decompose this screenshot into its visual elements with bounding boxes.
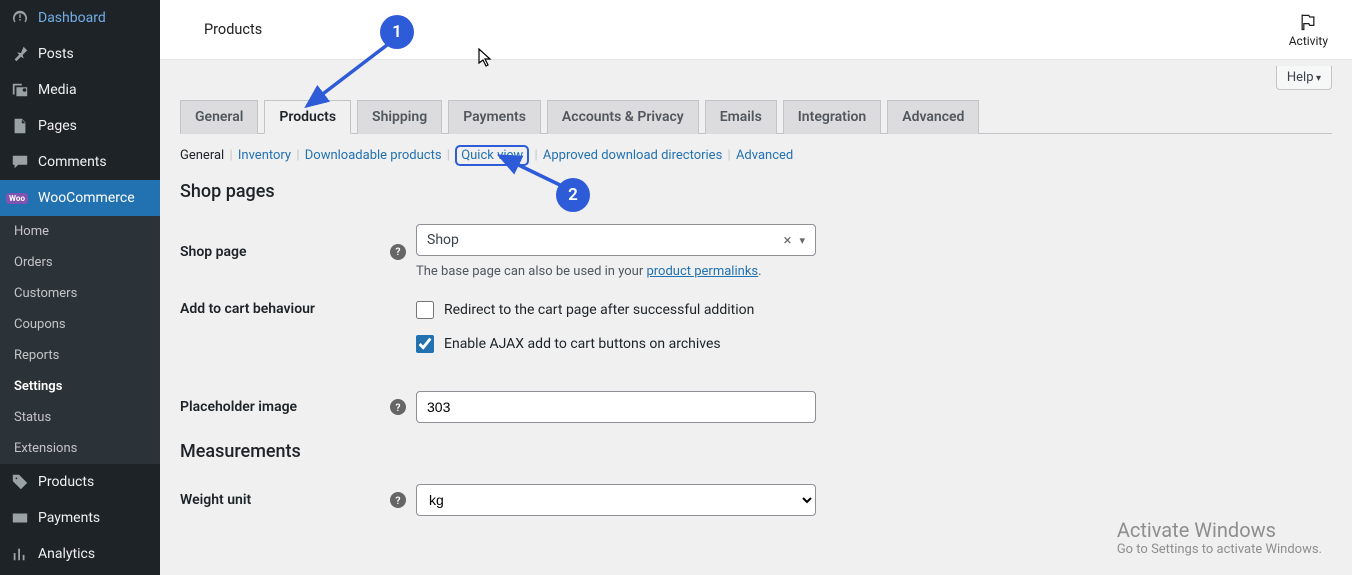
sidebar-submenu-woocommerce: Home Orders Customers Coupons Reports Se… xyxy=(0,216,160,464)
sidebar-subitem-customers[interactable]: Customers xyxy=(0,278,160,309)
redirect-after-add-label: Redirect to the cart page after successf… xyxy=(444,302,754,318)
sidebar-item-pages[interactable]: Pages xyxy=(0,108,160,144)
section-shop-pages: Shop pages xyxy=(180,181,1332,202)
chevron-down-icon: ▾ xyxy=(799,234,805,247)
sidebar-item-woocommerce[interactable]: Woo WooCommerce xyxy=(0,180,160,216)
sidebar-item-payments[interactable]: Payments xyxy=(0,500,160,536)
media-icon xyxy=(10,80,30,100)
sidebar-item-label: Dashboard xyxy=(38,10,106,26)
flag-icon xyxy=(1298,12,1318,32)
sidebar-item-label: Pages xyxy=(38,118,77,134)
clear-icon[interactable]: × xyxy=(783,231,791,249)
sidebar-item-label: Comments xyxy=(38,154,107,170)
add-to-cart-behaviour-label: Add to cart behaviour xyxy=(180,301,315,317)
help-tooltip-icon[interactable]: ? xyxy=(390,244,406,260)
sidebar-subitem-coupons[interactable]: Coupons xyxy=(0,309,160,340)
sidebar-item-label: Posts xyxy=(38,46,74,62)
sidebar-item-media[interactable]: Media xyxy=(0,72,160,108)
tab-integration[interactable]: Integration xyxy=(783,100,881,134)
woocommerce-topbar: Products Activity xyxy=(160,0,1352,60)
redirect-after-add-row[interactable]: Redirect to the cart page after successf… xyxy=(416,301,1332,319)
help-tooltip-icon[interactable]: ? xyxy=(390,492,406,508)
shop-page-select[interactable]: Shop × ▾ xyxy=(416,224,816,256)
tab-advanced[interactable]: Advanced xyxy=(887,100,979,134)
sidebar-item-comments[interactable]: Comments xyxy=(0,144,160,180)
weight-unit-select[interactable]: kg xyxy=(416,484,816,516)
subtab-approved-download-directories[interactable]: Approved download directories xyxy=(543,148,722,163)
subtab-downloadable-products[interactable]: Downloadable products xyxy=(305,148,442,163)
settings-tabs: General Products Shipping Payments Accou… xyxy=(180,100,1332,134)
products-icon xyxy=(10,472,30,492)
comments-icon xyxy=(10,152,30,172)
shop-page-value: Shop xyxy=(427,232,459,248)
payments-icon xyxy=(10,508,30,528)
tab-products[interactable]: Products xyxy=(264,100,351,134)
settings-subtabs: General | Inventory | Downloadable produ… xyxy=(180,148,1332,163)
subtab-quick-view[interactable]: Quick view xyxy=(455,145,529,166)
activity-label: Activity xyxy=(1289,34,1328,48)
main-content: Products Activity Help General Products … xyxy=(160,0,1352,575)
sidebar-subitem-orders[interactable]: Orders xyxy=(0,247,160,278)
tab-shipping[interactable]: Shipping xyxy=(357,100,442,134)
ajax-add-to-cart-row[interactable]: Enable AJAX add to cart buttons on archi… xyxy=(416,335,1332,353)
admin-sidebar: Dashboard Posts Media Pages Comments Woo… xyxy=(0,0,160,575)
subtab-inventory[interactable]: Inventory xyxy=(238,148,291,163)
sidebar-subitem-status[interactable]: Status xyxy=(0,402,160,433)
analytics-icon xyxy=(10,544,30,564)
shop-page-hint: The base page can also be used in your p… xyxy=(416,264,1332,279)
woocommerce-icon: Woo xyxy=(10,188,30,208)
shop-page-label: Shop page xyxy=(180,244,247,260)
tab-accounts-privacy[interactable]: Accounts & Privacy xyxy=(547,100,699,134)
tab-emails[interactable]: Emails xyxy=(705,100,777,134)
sidebar-subitem-extensions[interactable]: Extensions xyxy=(0,433,160,464)
sidebar-item-products[interactable]: Products xyxy=(0,464,160,500)
sidebar-item-label: Analytics xyxy=(38,546,95,562)
ajax-add-to-cart-label: Enable AJAX add to cart buttons on archi… xyxy=(444,336,721,352)
pages-icon xyxy=(10,116,30,136)
sidebar-subitem-settings[interactable]: Settings xyxy=(0,371,160,402)
annotation-2: 2 xyxy=(556,178,590,212)
windows-activation-watermark: Activate Windows Go to Settings to activ… xyxy=(1117,518,1322,557)
placeholder-image-input[interactable] xyxy=(416,391,816,423)
sidebar-item-label: Payments xyxy=(38,510,100,526)
activity-button[interactable]: Activity xyxy=(1289,12,1328,48)
help-tooltip-icon[interactable]: ? xyxy=(390,399,406,415)
sidebar-subitem-reports[interactable]: Reports xyxy=(0,340,160,371)
sidebar-item-label: WooCommerce xyxy=(38,190,135,206)
dashboard-icon xyxy=(10,8,30,28)
ajax-add-to-cart-checkbox[interactable] xyxy=(416,335,434,353)
weight-unit-label: Weight unit xyxy=(180,492,251,508)
pushpin-icon xyxy=(10,44,30,64)
sidebar-item-dashboard[interactable]: Dashboard xyxy=(0,0,160,36)
help-toggle[interactable]: Help xyxy=(1276,66,1332,90)
sidebar-item-label: Products xyxy=(38,474,94,490)
sidebar-item-posts[interactable]: Posts xyxy=(0,36,160,72)
tab-payments[interactable]: Payments xyxy=(448,100,541,134)
sidebar-item-label: Media xyxy=(38,82,77,98)
placeholder-image-label: Placeholder image xyxy=(180,399,297,415)
sidebar-subitem-home[interactable]: Home xyxy=(0,216,160,247)
product-permalinks-link[interactable]: product permalinks xyxy=(646,264,758,279)
mouse-cursor-icon xyxy=(478,48,494,68)
redirect-after-add-checkbox[interactable] xyxy=(416,301,434,319)
breadcrumb-title: Products xyxy=(184,21,262,38)
subtab-general[interactable]: General xyxy=(180,148,224,163)
annotation-1: 1 xyxy=(380,15,414,49)
tab-general[interactable]: General xyxy=(180,100,258,134)
sidebar-item-analytics[interactable]: Analytics xyxy=(0,536,160,572)
subtab-advanced[interactable]: Advanced xyxy=(736,148,793,163)
section-measurements: Measurements xyxy=(180,441,1332,462)
